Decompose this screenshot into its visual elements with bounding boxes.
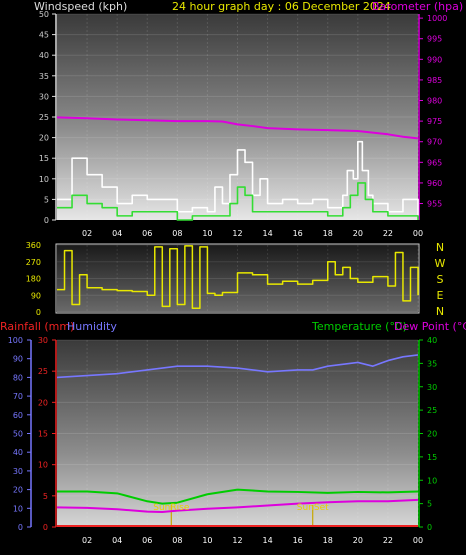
climate-x-tick-label: 12 bbox=[232, 536, 242, 545]
barometer-tick-label: 995 bbox=[427, 35, 442, 44]
barometer-tick-label: 980 bbox=[427, 97, 442, 106]
climate-x-tick-label: 08 bbox=[172, 536, 182, 545]
wind-tick-label: 15 bbox=[39, 154, 49, 163]
wind-tick-label: 50 bbox=[39, 10, 49, 19]
wind-x-tick-label: 12 bbox=[232, 229, 242, 238]
wind-x-tick-label: 22 bbox=[383, 229, 393, 238]
barometer-tick-label: 965 bbox=[427, 158, 442, 167]
temperature-tick-label: 15 bbox=[427, 453, 437, 462]
humidity-tick-label: 0 bbox=[18, 523, 23, 532]
barometer-tick-label: 970 bbox=[427, 138, 442, 147]
wind-x-tick-label: 16 bbox=[293, 229, 303, 238]
humidity-tick-label: 60 bbox=[13, 411, 23, 420]
compass-label-n: N bbox=[436, 305, 444, 318]
climate-x-tick-label: 02 bbox=[82, 536, 92, 545]
climate-x-tick-label: 04 bbox=[112, 536, 122, 545]
rain-tick-label: 25 bbox=[38, 367, 48, 376]
humidity-tick-label: 10 bbox=[13, 504, 23, 513]
barometer-tick-label: 975 bbox=[427, 117, 442, 126]
direction-tick-label: 270 bbox=[26, 258, 41, 267]
humidity-tick-label: 90 bbox=[13, 355, 23, 364]
humidity-tick-label: 30 bbox=[13, 467, 23, 476]
temperature-tick-label: 25 bbox=[427, 406, 437, 415]
wind-tick-label: 10 bbox=[39, 175, 49, 184]
climate-x-tick-label: 22 bbox=[383, 536, 393, 545]
wind-x-tick-label: 08 bbox=[172, 229, 182, 238]
climate-x-tick-label: 00 bbox=[413, 536, 423, 545]
humidity-tick-label: 70 bbox=[13, 392, 23, 401]
wind-x-tick-label: 00 bbox=[413, 229, 423, 238]
temperature-tick-label: 40 bbox=[427, 336, 437, 345]
climate-x-tick-label: 18 bbox=[323, 536, 333, 545]
climate-x-tick-label: 06 bbox=[142, 536, 152, 545]
climate-x-tick-label: 10 bbox=[202, 536, 212, 545]
wind-tick-label: 20 bbox=[39, 134, 49, 143]
wind-tick-label: 40 bbox=[39, 51, 49, 60]
humidity-tick-label: 80 bbox=[13, 373, 23, 382]
temperature-tick-label: 10 bbox=[427, 476, 437, 485]
temperature-tick-label: 20 bbox=[427, 430, 437, 439]
temperature-tick-label: 5 bbox=[427, 500, 432, 509]
sun-event-label-sunrise: SunRise bbox=[153, 503, 190, 513]
climate-x-tick-label: 14 bbox=[262, 536, 272, 545]
wind-x-tick-label: 14 bbox=[262, 229, 272, 238]
wind-tick-label: 30 bbox=[39, 92, 49, 101]
wind-x-tick-label: 06 bbox=[142, 229, 152, 238]
wind-x-tick-label: 02 bbox=[82, 229, 92, 238]
wind-tick-label: 5 bbox=[44, 195, 49, 204]
sun-event-label-sunset: SunSet bbox=[297, 503, 329, 513]
climate-x-tick-label: 20 bbox=[353, 536, 363, 545]
wind-x-tick-label: 10 bbox=[202, 229, 212, 238]
barometer-tick-label: 1000 bbox=[427, 14, 447, 23]
temperature-tick-label: 30 bbox=[427, 383, 437, 392]
humidity-tick-label: 20 bbox=[13, 486, 23, 495]
rain-tick-label: 0 bbox=[43, 523, 48, 532]
rain-tick-label: 15 bbox=[38, 430, 48, 439]
humidity-tick-label: 50 bbox=[13, 430, 23, 439]
direction-tick-label: 180 bbox=[26, 275, 41, 284]
compass-label-n: N bbox=[436, 241, 444, 254]
wind-tick-label: 25 bbox=[39, 113, 49, 122]
temperature-tick-label: 0 bbox=[427, 523, 432, 532]
climate-x-tick-label: 16 bbox=[293, 536, 303, 545]
rain-tick-label: 20 bbox=[38, 398, 48, 407]
humidity-tick-label: 100 bbox=[8, 336, 23, 345]
humidity-tick-label: 40 bbox=[13, 448, 23, 457]
compass-label-w: W bbox=[435, 257, 446, 270]
wind-x-tick-label: 18 bbox=[323, 229, 333, 238]
temperature-tick-label: 35 bbox=[427, 359, 437, 368]
wind-tick-label: 35 bbox=[39, 72, 49, 81]
rain-tick-label: 30 bbox=[38, 336, 48, 345]
wind-tick-label: 45 bbox=[39, 31, 49, 40]
rain-tick-label: 5 bbox=[43, 492, 48, 501]
direction-tick-label: 0 bbox=[36, 308, 41, 317]
direction-tick-label: 90 bbox=[31, 291, 41, 300]
compass-label-e: E bbox=[437, 289, 444, 302]
barometer-tick-label: 955 bbox=[427, 200, 442, 209]
barometer-tick-label: 990 bbox=[427, 55, 442, 64]
wind-x-tick-label: 20 bbox=[353, 229, 363, 238]
compass-label-s: S bbox=[437, 273, 444, 286]
direction-tick-label: 360 bbox=[26, 241, 41, 250]
barometer-tick-label: 960 bbox=[427, 179, 442, 188]
barometer-tick-label: 985 bbox=[427, 76, 442, 85]
rain-tick-label: 10 bbox=[38, 461, 48, 470]
weather-graphs: 0510152025303540455095596096597097598098… bbox=[8, 10, 448, 545]
wind-x-tick-label: 04 bbox=[112, 229, 122, 238]
wind-tick-label: 0 bbox=[44, 216, 49, 225]
